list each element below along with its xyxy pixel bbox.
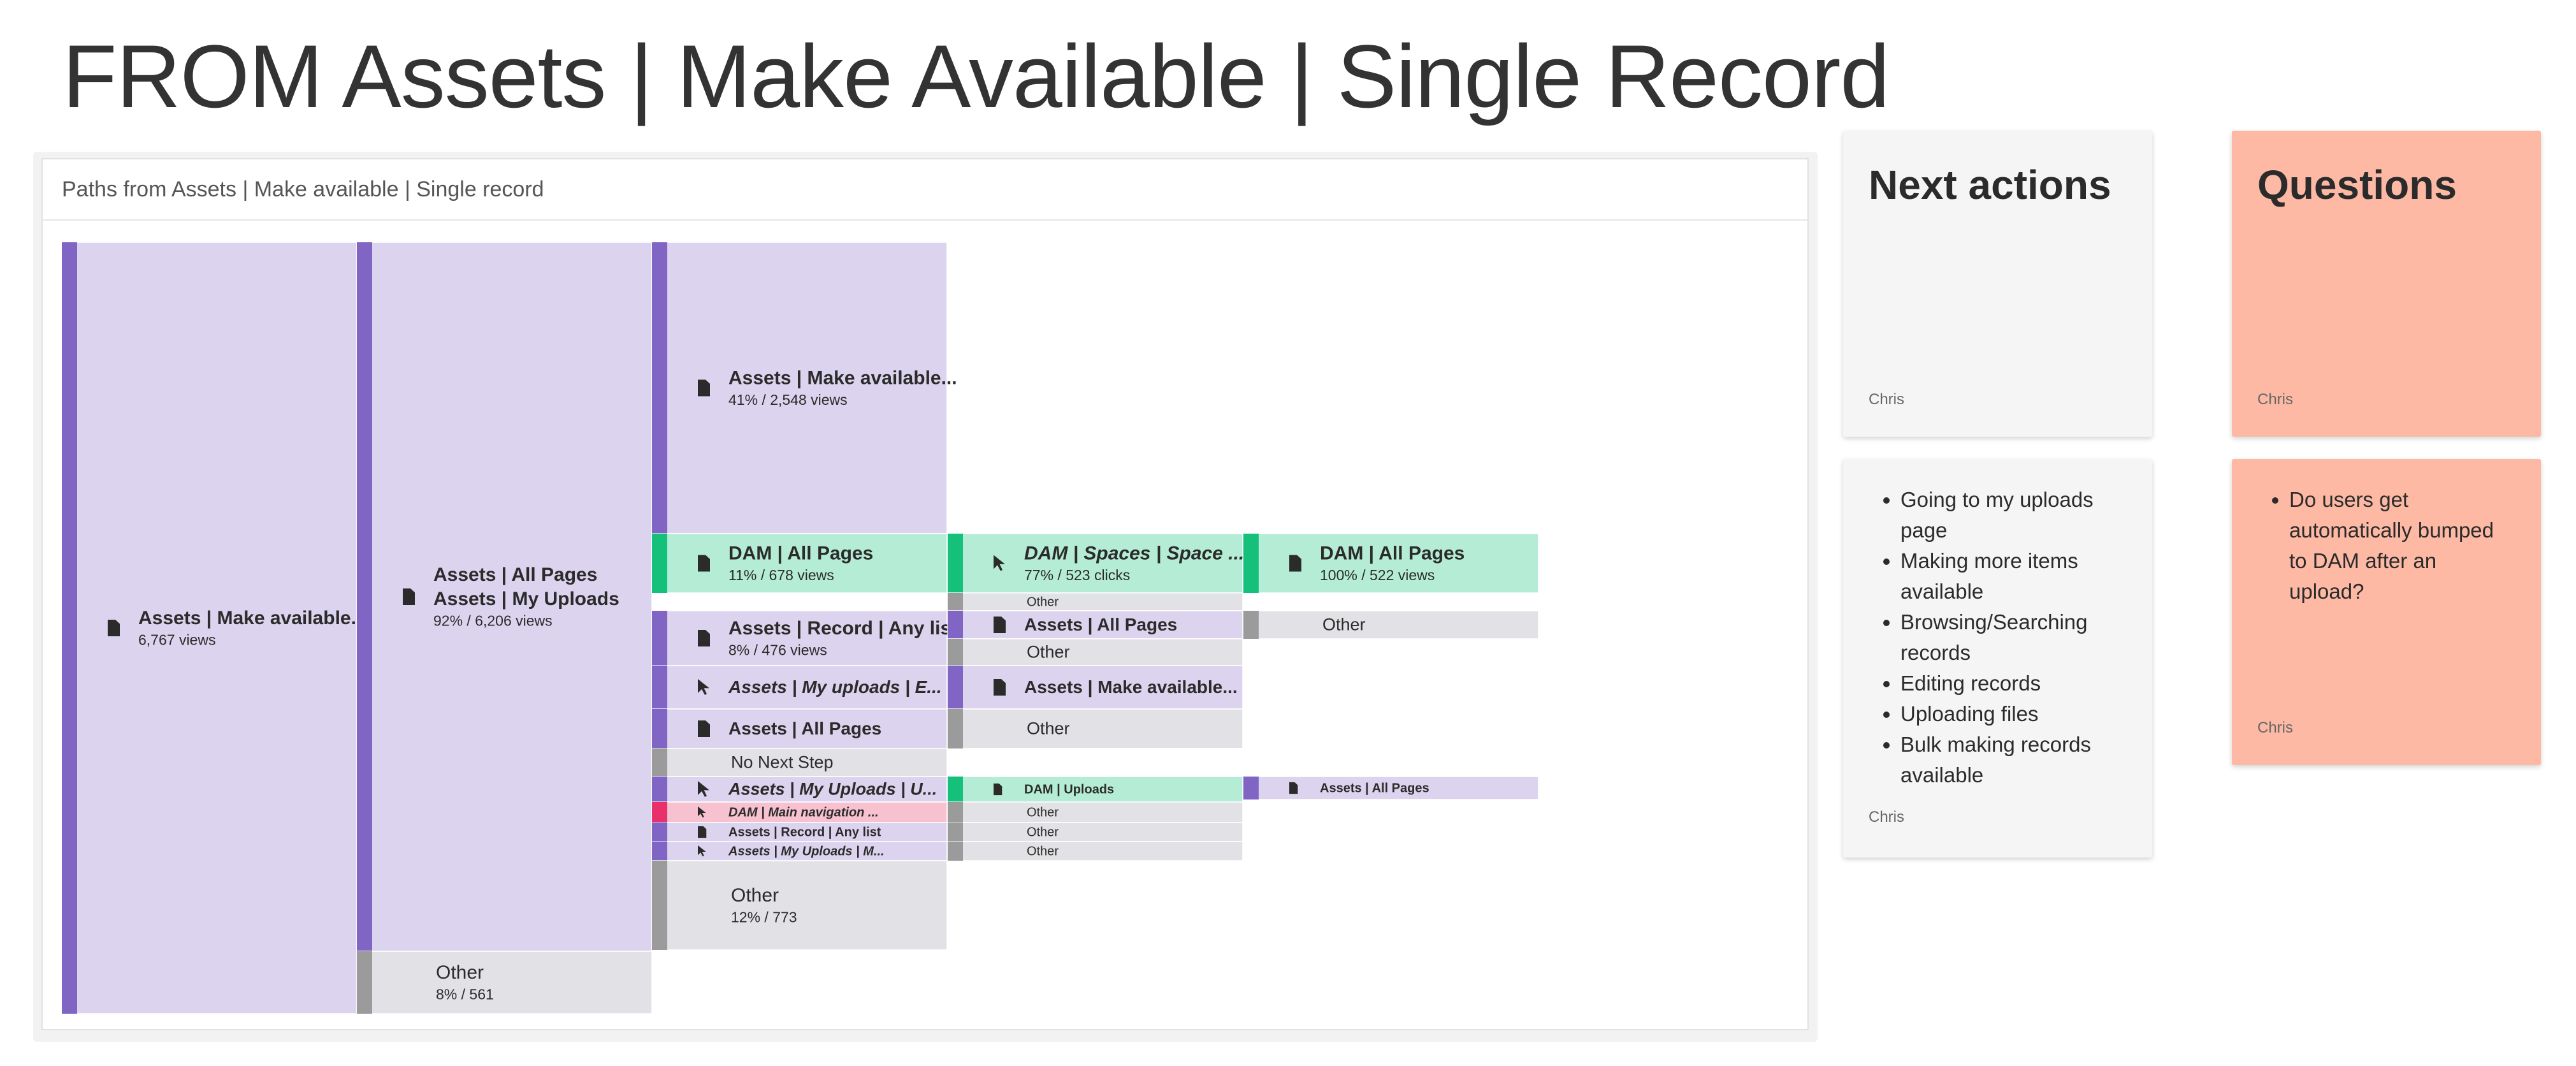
node-label: Assets | All Pages (1024, 615, 1177, 634)
sankey-node-other[interactable]: Other (947, 841, 1243, 861)
node-stat: 92% / 6,206 views (433, 612, 553, 629)
node-label: Other (1027, 844, 1059, 858)
node-stat: 12% / 773 (731, 909, 797, 925)
sankey-node-dam-main-navigation[interactable]: DAM | Main navigation ... (651, 801, 948, 823)
page-icon (994, 617, 1006, 633)
sankey-node-dam-all-pages[interactable]: DAM | All Pages 11% / 678 views (651, 533, 948, 594)
next-actions-list: Going to my uploads page Making more ite… (1869, 485, 2127, 791)
node-label: Other (1322, 615, 1366, 634)
node-label: Assets | All Pages (1320, 781, 1429, 795)
node-label: Assets | Record | Any list (728, 825, 881, 839)
sankey-node-assets-all-pages[interactable]: Assets | All Pages (947, 610, 1243, 639)
sankey-node-other[interactable]: Other 12% / 773 (651, 860, 948, 951)
sankey-node-other[interactable]: Other (1243, 610, 1539, 639)
page-icon (698, 379, 710, 397)
page-icon (1289, 555, 1301, 572)
card-author: Chris (1869, 808, 1905, 826)
sankey-node-assets-all-pages[interactable]: Assets | All Pages Assets | My Uploads 92%… (356, 242, 653, 952)
node-stat: 100% / 522 views (1320, 567, 1435, 583)
node-label: DAM | All Pages (728, 543, 873, 564)
node-label: Assets | My Uploads | U... (728, 780, 937, 799)
list-item: Do users get automatically bumped to DAM… (2289, 485, 2515, 607)
node-stat: 11% / 678 views (728, 567, 834, 583)
next-actions-card[interactable]: Next actions Chris (1843, 131, 2152, 437)
sankey-node-other[interactable]: Other 8% / 561 (356, 951, 653, 1014)
node-label: Other (436, 962, 484, 983)
sankey-node-other[interactable]: Other (947, 801, 1243, 823)
list-item: Uploading files (1900, 699, 2127, 729)
questions-list-card[interactable]: Do users get automatically bumped to DAM… (2232, 459, 2541, 765)
list-item: Editing records (1900, 668, 2127, 699)
node-stat: 41% / 2,548 views (728, 391, 848, 408)
node-label: Other (1027, 595, 1059, 609)
sankey-node-dam-all-pages[interactable]: DAM | All Pages 100% / 522 views (1243, 533, 1539, 594)
sankey-node-assets-make-available[interactable]: Assets | Make available... (947, 665, 1243, 710)
node-label: DAM | Main navigation ... (728, 805, 879, 819)
node-label: Other (731, 885, 779, 906)
page-icon (698, 555, 710, 572)
node-label: No Next Step (731, 753, 834, 772)
page-icon (403, 588, 415, 605)
sankey-node-dam-uploads[interactable]: DAM | Uploads (947, 776, 1243, 803)
sankey-node-no-next-step[interactable]: No Next Step (651, 748, 948, 777)
page-icon (698, 826, 707, 838)
questions-title: Questions (2257, 162, 2457, 208)
page-icon (698, 720, 710, 737)
node-stat: 8% / 476 views (728, 641, 827, 658)
questions-list: Do users get automatically bumped to DAM… (2257, 485, 2515, 607)
card-author: Chris (2257, 391, 2294, 408)
node-stat: 77% / 523 clicks (1024, 567, 1130, 583)
node-label: Assets | Make available... (728, 368, 957, 389)
page-icon (994, 783, 1002, 796)
card-author: Chris (2257, 719, 2294, 736)
node-label: Assets | All Pages (433, 564, 597, 585)
node-label: Assets | Record | Any list (728, 618, 957, 639)
sankey-node-assets-record-any-list[interactable]: Assets | Record | Any list (651, 822, 948, 842)
next-actions-list-card[interactable]: Going to my uploads page Making more ite… (1843, 459, 2152, 858)
list-item: Bulk making records available (1900, 729, 2127, 791)
list-item: Browsing/Searching records (1900, 607, 2127, 668)
node-label: Assets | All Pages (728, 719, 881, 738)
node-label: Assets | Make available... (1024, 677, 1238, 697)
sankey-node-other[interactable]: Other (947, 638, 1243, 666)
node-stat: 8% / 561 (436, 986, 494, 1002)
paths-sankey: Assets | Make available...6,767 viewsAss… (61, 242, 1539, 1014)
sankey-node-dam-spaces-space[interactable]: DAM | Spaces | Space ... 77% / 523 clicks (947, 533, 1244, 594)
sankey-node-assets-my-uploads-e[interactable]: Assets | My uploads | E... (651, 665, 948, 710)
page-icon (994, 679, 1006, 696)
page-icon (1289, 782, 1298, 794)
list-item: Making more items available (1900, 546, 2127, 607)
sankey-node-assets-record-any-list[interactable]: Assets | Record | Any list 8% / 476 views (651, 610, 957, 666)
page-icon (698, 630, 710, 646)
node-label: DAM | All Pages (1320, 543, 1465, 564)
sankey-node-assets-my-uploads-u[interactable]: Assets | My Uploads | U... (651, 776, 948, 803)
sankey-node-other[interactable]: Other (947, 822, 1243, 842)
node-label: Assets | Make available... (138, 608, 367, 629)
sankey-node-assets-all-pages[interactable]: Assets | All Pages (651, 708, 948, 749)
sankey-node-assets-my-uploads-m[interactable]: Assets | My Uploads | M... (651, 841, 948, 861)
node-label: Other (1027, 825, 1059, 839)
node-label: Other (1027, 643, 1070, 662)
questions-card[interactable]: Questions Chris (2232, 131, 2541, 437)
node-label: DAM | Uploads (1024, 782, 1114, 796)
node-label: Other (1027, 719, 1070, 738)
list-item: Going to my uploads page (1900, 485, 2127, 546)
sankey-node-assets-make-available[interactable]: Assets | Make available... 6,767 views (61, 242, 367, 1014)
node-stat: 6,767 views (138, 631, 215, 648)
node-label: Assets | My Uploads (433, 588, 619, 610)
node-label: Assets | My Uploads | M... (728, 844, 885, 858)
page-icon (108, 620, 120, 636)
sankey-node-assets-all-pages[interactable]: Assets | All Pages (1243, 776, 1539, 800)
card-author: Chris (1869, 391, 1905, 408)
node-label: Assets | My uploads | E... (728, 677, 942, 697)
sankey-node-other[interactable]: Other (947, 708, 1243, 749)
next-actions-title: Next actions (1869, 162, 2111, 208)
node-label: DAM | Spaces | Space ... (1024, 543, 1244, 564)
sankey-node-other[interactable]: Other (947, 592, 1243, 611)
sankey-node-assets-make-available[interactable]: Assets | Make available... 41% / 2,548 vi… (651, 242, 957, 534)
node-label: Other (1027, 805, 1059, 819)
